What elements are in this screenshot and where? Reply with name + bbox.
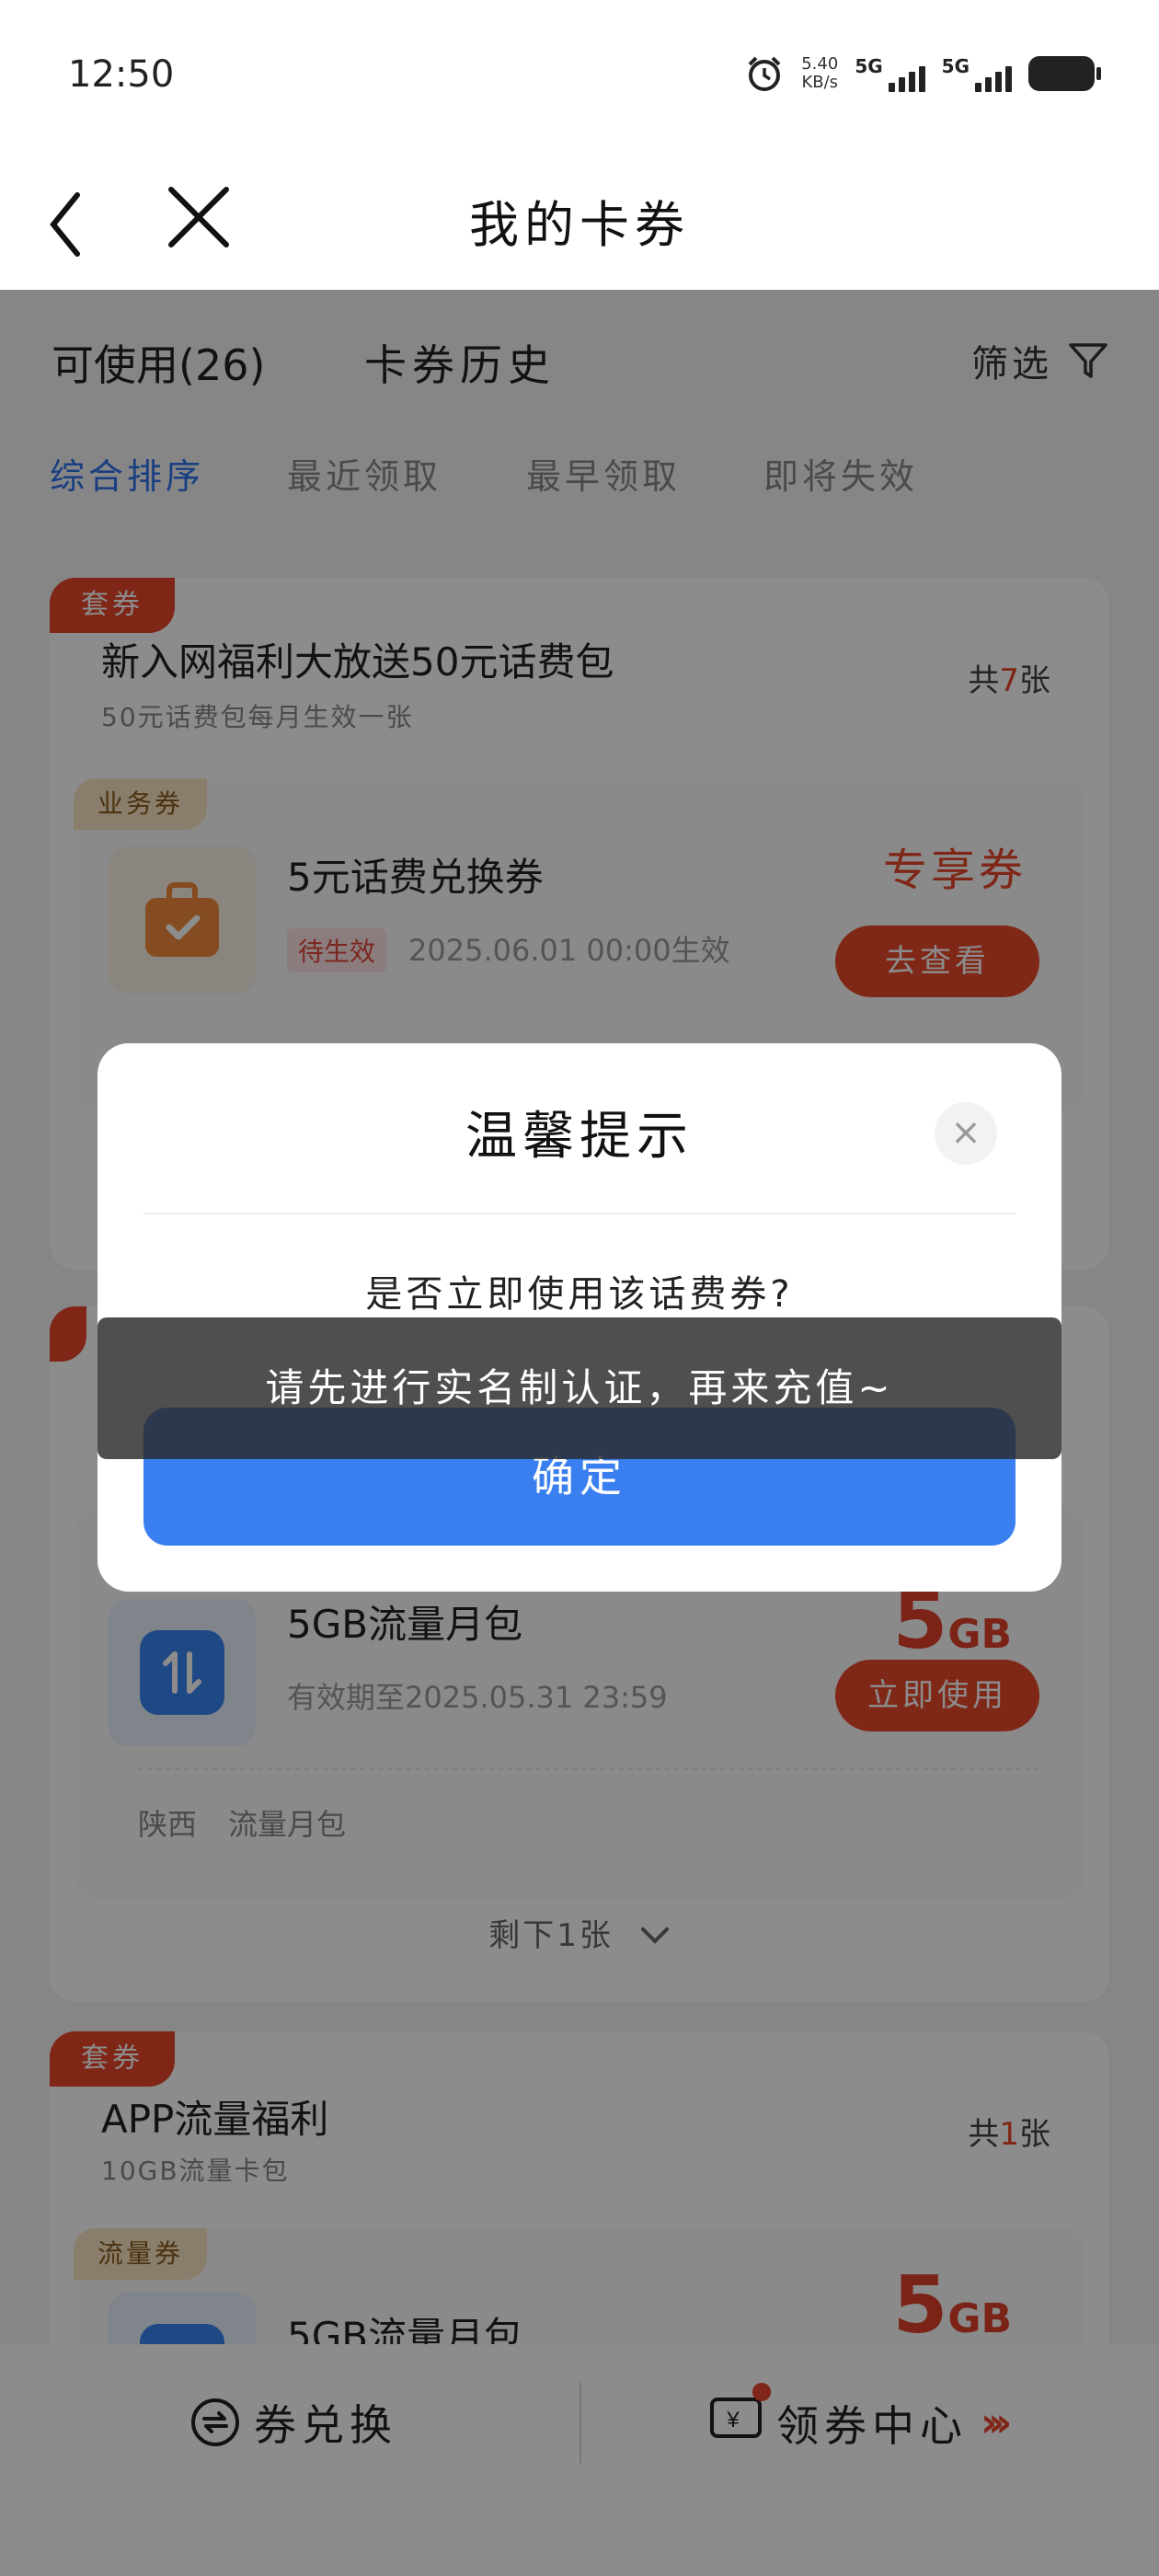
dialog-close-icon[interactable]: × bbox=[935, 1102, 997, 1165]
toast-message: 请先进行实名制认证，再来充值~ bbox=[98, 1317, 1061, 1459]
dialog-message: 是否立即使用该话费券? bbox=[365, 1273, 794, 1316]
status-bar: 12:50 5.40 KB/s 5G 5G bbox=[0, 0, 1159, 156]
battery-icon bbox=[1028, 56, 1101, 91]
alarm-icon bbox=[748, 56, 781, 91]
signal-sim1-icon: 5G bbox=[855, 55, 925, 92]
dialog-divider bbox=[143, 1213, 1016, 1214]
status-time: 12:50 bbox=[68, 53, 175, 96]
page-title: 我的卡券 bbox=[469, 196, 690, 254]
nav-bar: 我的卡券 bbox=[0, 156, 1159, 290]
status-icons: 5.40 KB/s 5G 5G bbox=[744, 53, 1101, 94]
network-speed: 5.40 KB/s bbox=[801, 54, 839, 92]
dialog-title: 温馨提示 bbox=[465, 1107, 694, 1167]
signal-sim2-icon: 5G bbox=[942, 55, 1012, 92]
